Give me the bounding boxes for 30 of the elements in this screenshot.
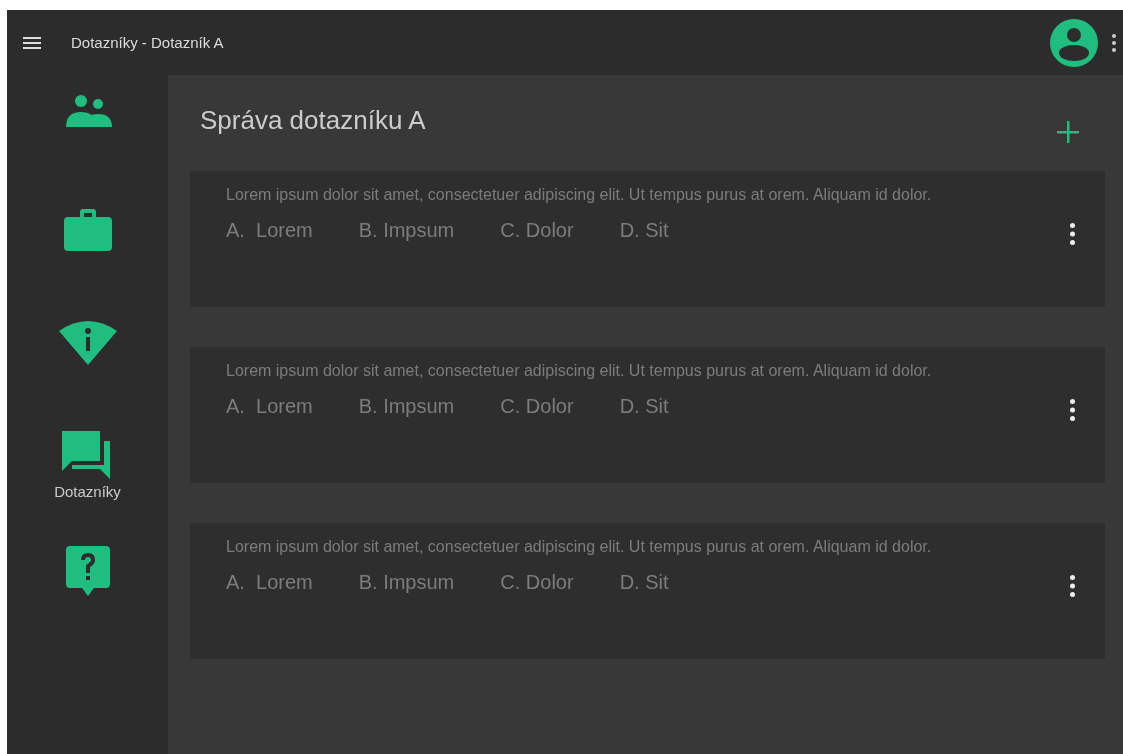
answer-option: B. Impsum [358,571,455,594]
answer-option: C. Dolor [500,571,574,594]
question-text: Lorem ipsum dolor sit amet, consectetuer adipiscing elit. Ut tempus purus at orem. Aliquam id dolor. [226,185,933,205]
more-icon[interactable] [1070,223,1075,245]
help-icon [65,546,110,596]
info-icon [58,319,117,365]
menu-icon[interactable] [23,36,41,49]
question-text: Lorem ipsum dolor sit amet, consectetuer adipiscing elit. Ut tempus purus at orem. Aliquam id dolor. [226,361,933,381]
more-icon[interactable] [1070,575,1075,597]
answer-option: D. Sit [619,219,669,242]
answer-option: B. Impsum [358,219,455,242]
chat-icon [62,431,113,479]
answer-option: C. Dolor [500,395,574,418]
page-heading: Správa dotazníku A [200,104,426,136]
add-icon[interactable] [1057,121,1079,143]
briefcase-icon [63,207,112,251]
people-icon [63,95,112,127]
nav-item[interactable]: Dotazníky [54,431,121,546]
answer-option: C. Dolor [500,219,574,242]
answer-option: A. Lorem [226,395,313,418]
answer-option: D. Sit [619,395,669,418]
answer-option: B. Impsum [358,395,455,418]
answer-option: A. Lorem [226,219,313,242]
answer-option: A. Lorem [226,571,313,594]
question-text: Lorem ipsum dolor sit amet, consectetuer adipiscing elit. Ut tempus purus at orem. Aliquam id dolor. [226,537,933,557]
app-title: Dotazníky - Dotazník A [71,34,225,51]
more-icon[interactable] [1112,33,1116,52]
answer-option: D. Sit [619,571,669,594]
more-icon[interactable] [1070,399,1075,421]
account-icon[interactable] [1050,18,1098,67]
